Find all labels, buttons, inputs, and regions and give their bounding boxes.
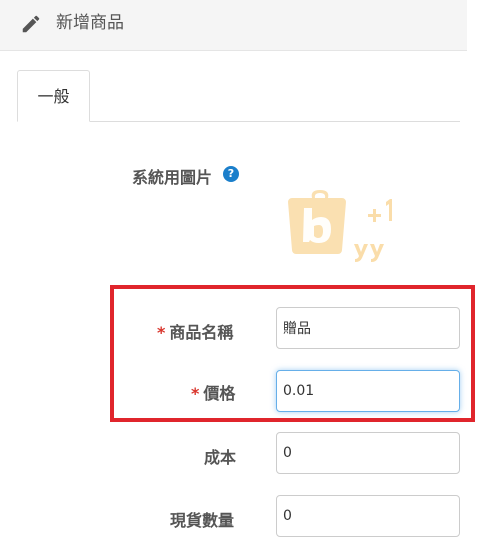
product-name-input[interactable]	[276, 307, 460, 349]
stock-quantity-label: 現貨數量	[170, 511, 235, 530]
cost-label: 成本	[204, 448, 237, 467]
pencil-icon	[22, 15, 40, 33]
tab-general[interactable]: 一般	[17, 70, 90, 122]
scrollbar[interactable]	[467, 0, 485, 545]
stock-quantity-input[interactable]	[276, 495, 460, 537]
product-image-placeholder[interactable]	[282, 188, 402, 268]
question-circle-icon[interactable]: ?	[223, 166, 239, 182]
page: 新增商品 一般 系統用圖片 ? *商品名稱 *價格 成本 現貨數量	[0, 0, 485, 545]
system-image-label: 系統用圖片	[132, 168, 213, 187]
product-name-label: * 商品名稱	[157, 323, 234, 342]
cost-input[interactable]	[276, 432, 460, 474]
page-title: 新增商品	[56, 13, 124, 33]
page-header: 新增商品	[0, 0, 467, 51]
price-label: * 價格	[191, 384, 236, 403]
price-input[interactable]	[276, 370, 460, 412]
